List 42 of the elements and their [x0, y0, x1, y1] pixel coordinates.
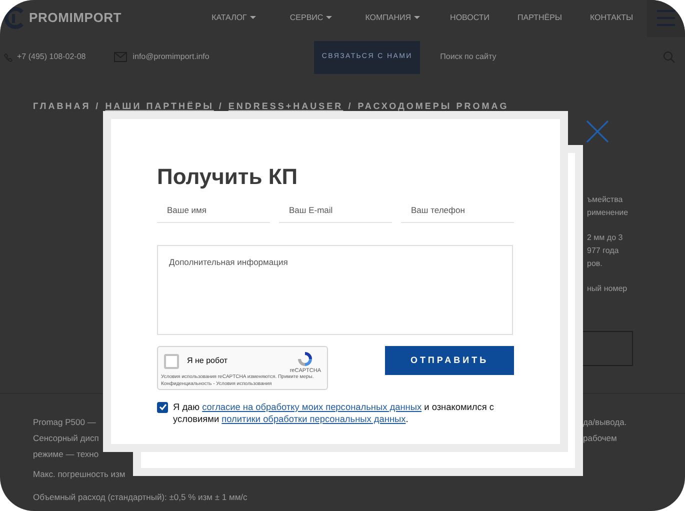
menu-button[interactable]: [647, 0, 685, 36]
text-fragment: ный номер: [587, 283, 628, 295]
text-fragment: Promag P500 —: [33, 417, 96, 427]
close-icon[interactable]: [586, 120, 609, 143]
consent-link[interactable]: согласие на обработку моих персональных данных: [202, 402, 422, 412]
captcha-checkbox[interactable]: [164, 354, 179, 369]
text-fragment: ъмейства: [587, 194, 624, 206]
text-fragment: 977 года: [587, 245, 620, 257]
text-fragment: рабочем: [583, 432, 617, 445]
phone-link[interactable]: +7 (495) 108-02-08: [17, 51, 86, 63]
breadcrumb-link[interactable]: НАШИ ПАРТНЁРЫ: [105, 100, 214, 114]
breadcrumb-separator: /: [348, 100, 353, 113]
captcha-label: Я не робот: [187, 356, 228, 366]
spec-text: Макс. погрешность изм: [33, 468, 126, 481]
text-fragment: Сенсорный дисп: [33, 433, 99, 443]
policy-link[interactable]: политики обработки персональных данных: [222, 414, 406, 424]
submit-button[interactable]: ОТПРАВИТЬ: [385, 346, 514, 375]
text-fragment: рименение: [587, 207, 628, 219]
nav-link[interactable]: КОНТАКТЫ: [590, 12, 634, 24]
logo-icon: [4, 6, 26, 28]
text-fragment: ров.: [587, 258, 604, 270]
consent-text: Я даю согласие на обработку моих персональных данных и ознакомился с условиями политики обработки персональных данных.: [173, 400, 495, 425]
breadcrumb-link[interactable]: ГЛАВНАЯ: [33, 100, 91, 114]
nav-link[interactable]: НОВОСТИ: [450, 12, 490, 24]
modal-title: Получить КП: [157, 164, 299, 190]
logo-text[interactable]: PROMIMPORT: [29, 8, 122, 28]
email-link[interactable]: info@promimport.info: [132, 51, 210, 63]
consent-checkbox[interactable]: [157, 402, 168, 413]
breadcrumb-separator: /: [96, 100, 100, 113]
textarea-field[interactable]: Дополнительная информация: [157, 244, 513, 335]
search-field[interactable]: Поиск по сайту: [438, 50, 558, 64]
breadcrumb-separator: /: [218, 100, 224, 113]
nav-link[interactable]: СЕРВИС: [290, 12, 332, 24]
nav-link[interactable]: ПАРТНЁРЫ: [518, 12, 562, 24]
text-fragment: режиме — техно: [33, 449, 99, 459]
spec-text: Объемный расход (стандартный): ±0,5 % изм ± 1 мм/с: [33, 491, 248, 504]
text-fragment: да/вывода.: [583, 416, 627, 429]
nav-link[interactable]: КАТАЛОГ: [212, 12, 256, 24]
nav-link[interactable]: КОМПАНИЯ: [365, 12, 420, 24]
breadcrumb-link[interactable]: ENDRESS+HAUSER: [228, 100, 344, 114]
text-fragment: 2 мм до 3: [587, 232, 624, 244]
recaptcha-icon: [296, 350, 314, 368]
